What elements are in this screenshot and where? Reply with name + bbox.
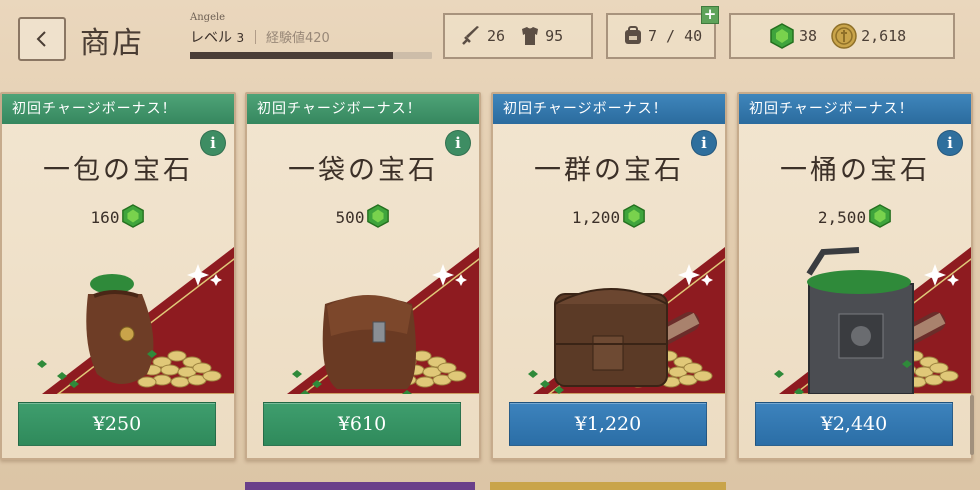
pouch-icon: [86, 274, 154, 384]
player-name: Angele: [190, 12, 226, 23]
product-name: 一袋の宝石: [288, 155, 438, 186]
gem-icon: [869, 204, 891, 228]
product-name: 一包の宝石: [43, 155, 193, 186]
armor-icon: [522, 27, 539, 45]
gem-icon: [122, 204, 145, 228]
back-button[interactable]: [18, 17, 66, 61]
divider: [254, 30, 256, 44]
chevron-left-icon: [36, 31, 46, 47]
gem-balance: 38: [799, 27, 818, 45]
xp-value: 420: [305, 31, 330, 46]
gem-amount-value: 2,500: [817, 208, 867, 227]
product-name: 一群の宝石: [534, 155, 684, 186]
xp-label: 経験値: [266, 31, 306, 46]
sword-icon: [462, 26, 479, 45]
attack-value: 26: [487, 27, 506, 45]
barrel-icon: [806, 247, 914, 394]
gem-amount-value: 160: [90, 208, 120, 227]
buy-button[interactable]: ¥1,220: [509, 402, 707, 446]
expand-inventory-button[interactable]: +: [701, 6, 719, 24]
chest-icon: [554, 288, 668, 387]
product-art: [528, 247, 725, 394]
shop-card[interactable]: 初回チャージボーナス！ i 一包の宝石 160 ¥250: [0, 92, 236, 460]
scrollbar[interactable]: [970, 395, 974, 455]
gold-coin-icon: [831, 23, 857, 49]
gem-icon: [770, 23, 794, 49]
combat-stats[interactable]: 26 95: [443, 13, 593, 59]
first-charge-bonus-ribbon: 初回チャージボーナス！: [247, 94, 479, 124]
level-line: レベル 3 経験値420: [190, 27, 440, 47]
product-art: [37, 247, 234, 394]
gem-icon: [367, 204, 390, 228]
product-art: [287, 247, 479, 394]
gem-amount-value: 1,200: [571, 208, 621, 227]
shop-card[interactable]: 初回チャージボーナス！ i 一袋の宝石 500 ¥610: [245, 92, 481, 460]
inventory-value: 7 / 40: [648, 27, 703, 45]
shop-card[interactable]: 初回チャージボーナス！ i 一桶の宝石 2,500 ¥2,440: [737, 92, 973, 460]
player-info: Angele レベル 3 経験値420: [190, 12, 440, 59]
gem-amount: 160: [2, 204, 234, 228]
product-name: 一桶の宝石: [780, 155, 930, 186]
gold-balance: 2,618: [861, 27, 907, 45]
next-row-hint: [245, 482, 475, 490]
top-bar: 商店 Angele レベル 3 経験値420 26 95 7 / 40 + 38…: [0, 0, 980, 80]
buy-button[interactable]: ¥250: [18, 402, 216, 446]
gem-amount: 1,200: [493, 204, 725, 228]
first-charge-bonus-ribbon: 初回チャージボーナス！: [493, 94, 725, 124]
shop-card[interactable]: 初回チャージボーナス！ i 一群の宝石 1,200 ¥1,220: [491, 92, 727, 460]
level-value: 3: [236, 31, 245, 45]
first-charge-bonus-ribbon: 初回チャージボーナス！: [2, 94, 234, 124]
xp-progress-bar: [190, 52, 432, 59]
defense-value: 95: [545, 27, 564, 45]
first-charge-bonus-ribbon: 初回チャージボーナス！: [739, 94, 971, 124]
inventory-stat[interactable]: 7 / 40: [606, 13, 716, 59]
gem-amount-value: 500: [335, 208, 365, 227]
page-title: 商店: [80, 26, 144, 61]
buy-button[interactable]: ¥2,440: [755, 402, 953, 446]
buy-button[interactable]: ¥610: [263, 402, 461, 446]
xp-progress-fill: [190, 52, 394, 59]
gem-icon: [623, 204, 645, 228]
next-row-hint: [490, 482, 726, 490]
gem-amount: 2,500: [739, 204, 971, 228]
level-label: レベル: [190, 30, 232, 46]
bag-icon: [322, 295, 416, 389]
currency-stats[interactable]: 38 2,618: [729, 13, 955, 59]
product-art: [774, 247, 971, 394]
backpack-icon: [625, 26, 641, 44]
gem-amount: 500: [247, 204, 479, 228]
